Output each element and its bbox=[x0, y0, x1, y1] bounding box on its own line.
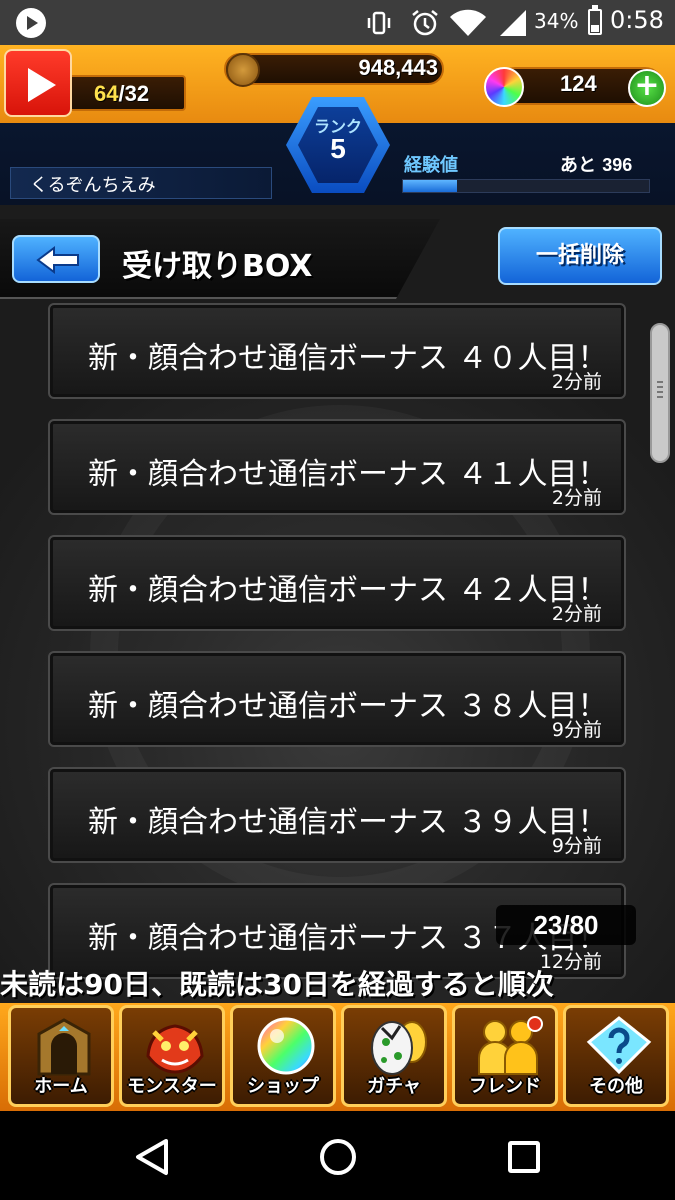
message-time: 2分前 bbox=[551, 603, 602, 625]
page-counter: 23/80 bbox=[496, 905, 636, 945]
gold-coin-icon bbox=[226, 53, 260, 87]
nav-label: モンスター bbox=[127, 1076, 217, 1097]
nav-monster-button[interactable]: モンスター bbox=[119, 1005, 225, 1107]
stamina-value: 64/32 bbox=[94, 81, 150, 106]
video-play-button[interactable] bbox=[4, 49, 72, 117]
message-time: 2分前 bbox=[551, 487, 602, 509]
signal-icon bbox=[500, 10, 526, 36]
message-title: 新・顔合わせ通信ボーナス ３９人目！ bbox=[88, 805, 608, 840]
message-time: 2分前 bbox=[551, 371, 602, 393]
message-title: 新・顔合わせ通信ボーナス ４０人目！ bbox=[88, 341, 608, 376]
expiry-notice: 未読は90日、既読は30日を経過すると順次 bbox=[0, 968, 554, 1001]
message-time: 9分前 bbox=[551, 835, 602, 857]
bottom-nav: ホーム モンスター ショップ ガチャ フレンド その他 bbox=[0, 1003, 675, 1111]
message-time: 9分前 bbox=[551, 719, 602, 741]
message-item[interactable]: 新・顔合わせ通信ボーナス ４０人目！ 2分前 bbox=[48, 303, 626, 399]
nav-label: フレンド bbox=[469, 1076, 541, 1097]
back-arrow-icon bbox=[36, 246, 79, 274]
nav-label: その他 bbox=[589, 1076, 643, 1097]
play-notification-icon bbox=[16, 8, 46, 38]
exp-progress-fill bbox=[403, 180, 458, 192]
dragon-icon bbox=[146, 1024, 204, 1074]
scrollbar[interactable] bbox=[650, 323, 670, 463]
add-orb-button[interactable]: + bbox=[628, 69, 666, 107]
status-bar: 34% 0:58 bbox=[0, 0, 675, 45]
delete-all-button[interactable]: 一括削除 bbox=[498, 227, 662, 285]
orb-icon bbox=[484, 67, 524, 107]
nav-label: ホーム bbox=[34, 1076, 88, 1097]
message-item[interactable]: 新・顔合わせ通信ボーナス ３９人目！ 9分前 bbox=[48, 767, 626, 863]
wifi-icon bbox=[450, 9, 486, 36]
message-title: 新・顔合わせ通信ボーナス ４２人目！ bbox=[88, 573, 608, 608]
back-button[interactable] bbox=[12, 235, 100, 283]
battery-icon bbox=[588, 5, 602, 35]
nav-friend-button[interactable]: フレンド bbox=[452, 1005, 558, 1107]
exp-progress-bar bbox=[402, 179, 650, 193]
message-item[interactable]: 新・顔合わせ通信ボーナス ４１人目！ 2分前 bbox=[48, 419, 626, 515]
android-home-icon[interactable] bbox=[318, 1137, 358, 1177]
message-title: 新・顔合わせ通信ボーナス ４１人目！ bbox=[88, 457, 608, 492]
nav-label: ショップ bbox=[247, 1076, 319, 1097]
battery-percent: 34% bbox=[534, 9, 579, 33]
orb-icon bbox=[257, 1017, 315, 1075]
message-list: 新・顔合わせ通信ボーナス ４０人目！ 2分前 新・顔合わせ通信ボーナス ４１人目… bbox=[48, 303, 628, 999]
rank-value: 5 bbox=[330, 133, 346, 164]
nav-label: ガチャ bbox=[367, 1076, 421, 1097]
exp-remaining: あと 396 bbox=[560, 155, 633, 176]
player-name: くるぞんちえみ bbox=[30, 175, 156, 196]
egg-icon bbox=[371, 1021, 427, 1075]
inbox-screen: 受け取りBOX 一括削除 新・顔合わせ通信ボーナス ４０人目！ 2分前 新・顔合… bbox=[0, 205, 675, 1005]
clock: 0:58 bbox=[610, 6, 664, 34]
question-icon bbox=[586, 1016, 652, 1075]
android-recents-icon[interactable] bbox=[508, 1141, 540, 1173]
gate-icon bbox=[37, 1018, 91, 1076]
nav-gacha-button[interactable]: ガチャ bbox=[341, 1005, 447, 1107]
orb-value: 124 bbox=[560, 71, 597, 96]
nav-other-button[interactable]: その他 bbox=[563, 1005, 669, 1107]
page-title: 受け取りBOX bbox=[122, 249, 313, 284]
game-header: 64/32 948,443 124 + ランク 5 くるぞんちえみ 経験値 あと… bbox=[0, 45, 675, 205]
exp-label: 経験値 bbox=[404, 155, 458, 176]
nav-shop-button[interactable]: ショップ bbox=[230, 1005, 336, 1107]
nav-home-button[interactable]: ホーム bbox=[8, 1005, 114, 1107]
alarm-icon bbox=[412, 10, 438, 36]
message-item[interactable]: 新・顔合わせ通信ボーナス ３８人目！ 9分前 bbox=[48, 651, 626, 747]
message-title: 新・顔合わせ通信ボーナス ３８人目！ bbox=[88, 689, 608, 724]
message-item[interactable]: 新・顔合わせ通信ボーナス ４２人目！ 2分前 bbox=[48, 535, 626, 631]
android-nav-bar bbox=[0, 1111, 675, 1200]
gold-value: 948,443 bbox=[358, 55, 438, 80]
friends-icon bbox=[478, 1016, 543, 1075]
android-back-icon[interactable] bbox=[132, 1137, 172, 1177]
vibrate-icon bbox=[367, 11, 391, 35]
